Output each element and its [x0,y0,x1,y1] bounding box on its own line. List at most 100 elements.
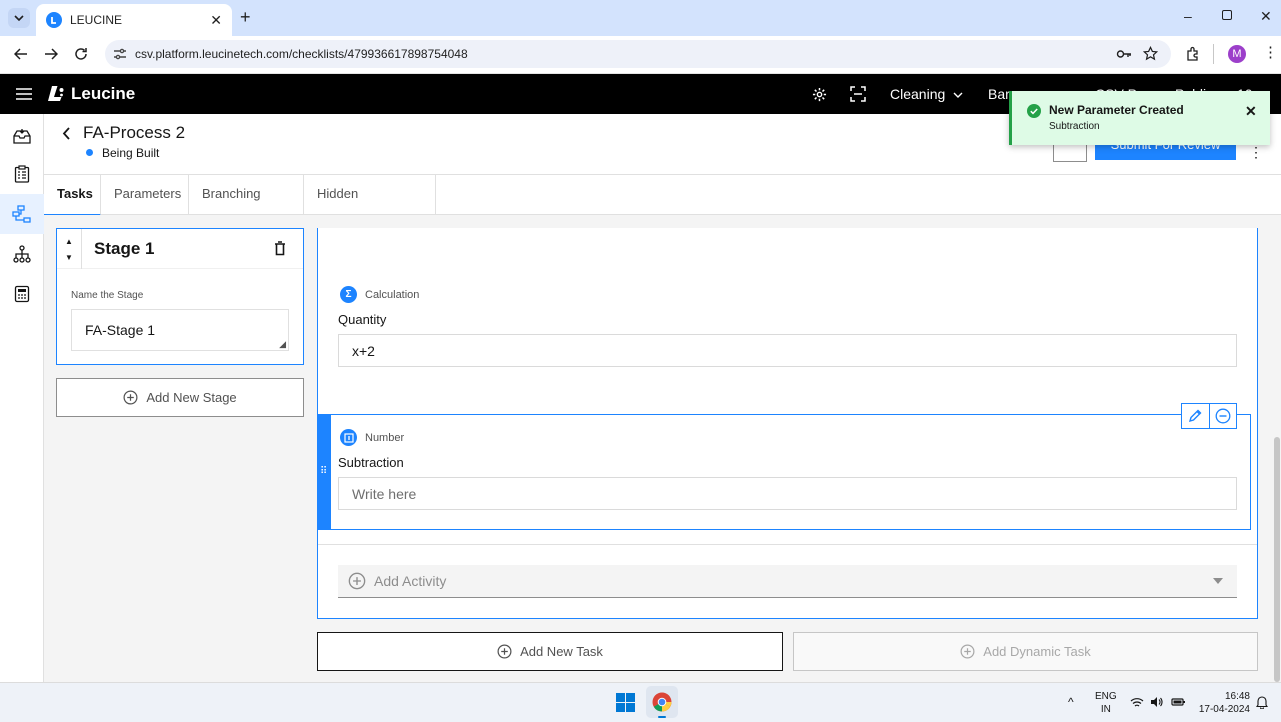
tab-parameters[interactable]: Parameters [101,175,189,215]
toast-title: New Parameter Created [1049,103,1184,117]
add-new-stage-label: Add New Stage [146,390,237,405]
volume-icon[interactable] [1150,696,1163,708]
stage-card[interactable]: ▲ ▼ Stage 1 Name the Stage FA-Stage 1 ◢ [56,228,304,365]
active-app-indicator [658,716,666,718]
hamburger-menu-icon[interactable] [16,88,32,100]
back-chevron-icon[interactable] [62,127,71,140]
tab-search-button[interactable] [8,8,30,28]
settings-gear-icon[interactable] [812,87,827,102]
number-input-placeholder: Write here [352,485,417,502]
os-taskbar: ^ ENG IN 16:48 17-04-2024 [0,682,1281,722]
back-arrow-icon[interactable] [14,47,28,61]
brand-name: Leucine [71,84,136,103]
facility-selector[interactable]: Cleaning [890,74,945,114]
calculation-sigma-icon: Σ [340,286,357,303]
inbox-icon [13,129,31,144]
page-tabs: Tasks Parameters Branching Rules Hidden … [44,174,1281,239]
chevron-down-icon[interactable] [953,92,963,98]
chrome-taskbar-button[interactable] [646,686,678,718]
drag-handle-icon[interactable]: ⠿ [320,467,327,477]
language-indicator[interactable]: ENG IN [1095,690,1117,716]
scrollbar-thumb[interactable] [1274,437,1280,682]
flow-diagram-icon [12,205,31,223]
region-code: IN [1100,704,1111,715]
number-value-input[interactable]: Write here [338,477,1237,510]
tab-tasks[interactable]: Tasks [44,175,101,216]
stage-name-input[interactable]: FA-Stage 1 ◢ [71,309,289,351]
close-tab-icon[interactable]: ✕ [210,12,222,29]
url-text: csv.platform.leucinetech.com/checklists/… [135,47,468,61]
add-activity-dropdown[interactable]: Add Activity [338,565,1237,598]
close-window-icon[interactable]: ✕ [1260,8,1272,25]
tab-branching-rules[interactable]: Branching Rules [189,175,304,239]
browser-tab-bar: LEUCINE ✕ + – ✕ [0,0,1281,36]
leucine-favicon-icon [46,12,62,28]
clock[interactable]: 16:48 17-04-2024 [1196,690,1250,716]
inbox-nav-button[interactable] [0,116,44,156]
move-stage-down-icon[interactable]: ▼ [65,253,73,262]
scan-icon[interactable] [850,86,866,102]
add-circle-icon [497,644,512,659]
caret-down-icon [1213,578,1223,584]
minimize-window-icon[interactable]: – [1184,8,1192,24]
close-toast-icon[interactable]: ✕ [1245,103,1257,120]
hierarchy-nav-button[interactable] [0,234,44,274]
edit-parameter-button[interactable] [1182,404,1210,428]
parameter-name: Quantity [338,312,387,327]
minus-circle-icon [1215,408,1231,424]
parameter-actions [1181,403,1237,429]
hierarchy-icon [13,245,31,263]
tab-title: LEUCINE [70,13,123,27]
reload-icon[interactable] [74,47,88,61]
delete-trash-icon[interactable] [274,241,286,256]
checklist-nav-button[interactable] [0,154,44,194]
remove-parameter-button[interactable] [1210,404,1237,428]
language-code: ENG [1095,691,1117,702]
move-stage-up-icon[interactable]: ▲ [65,237,73,246]
key-icon[interactable] [1116,48,1132,60]
pencil-icon [1189,409,1202,423]
add-activity-label: Add Activity [374,573,447,589]
toolbar-divider [1213,44,1214,64]
success-toast: New Parameter Created Subtraction ✕ [1009,91,1270,145]
stage-name-label: Name the Stage [71,290,144,301]
parameter-name: Subtraction [338,455,404,470]
process-nav-button[interactable] [0,194,44,234]
divider [318,544,1257,545]
profile-avatar[interactable]: M [1228,45,1246,63]
forward-arrow-icon[interactable] [44,47,58,61]
browser-tab[interactable]: LEUCINE ✕ [36,4,232,36]
notification-bell-icon[interactable] [1256,695,1268,709]
more-options-icon[interactable]: ⋮ [1249,144,1263,161]
site-info-icon[interactable] [113,48,127,60]
extensions-icon[interactable] [1185,46,1201,62]
battery-icon[interactable] [1171,696,1186,708]
calculation-expression-field[interactable]: x+2 [338,334,1237,367]
tab-hidden-parameters[interactable]: Hidden Parameters [304,175,436,239]
add-dynamic-task-button[interactable]: Add Dynamic Task [793,632,1258,671]
header-menu-item[interactable]: Bar [988,74,1010,114]
restore-window-icon[interactable] [1222,10,1232,20]
add-new-task-button[interactable]: Add New Task [317,632,783,671]
status-text: Being Built [102,146,160,160]
add-circle-icon [123,390,138,405]
windows-start-icon[interactable] [616,693,635,712]
leucine-logo-icon [48,86,64,101]
left-nav-rail [0,114,44,682]
browser-menu-icon[interactable]: ⋮ [1263,44,1278,62]
clock-date: 17-04-2024 [1198,704,1250,715]
page-title: FA-Process 2 [83,123,186,142]
resize-handle-icon[interactable]: ◢ [279,339,286,350]
selected-parameter-card[interactable] [317,414,1251,530]
number-type-icon [340,429,357,446]
wifi-icon[interactable] [1130,697,1144,708]
status-dot [86,149,93,156]
tray-overflow-icon[interactable]: ^ [1068,695,1074,709]
bookmark-star-icon[interactable] [1143,46,1158,61]
new-tab-button[interactable]: + [240,7,251,28]
reports-nav-button[interactable] [0,274,44,314]
add-dynamic-task-label: Add Dynamic Task [983,644,1091,659]
add-circle-icon [348,572,366,590]
url-field[interactable]: csv.platform.leucinetech.com/checklists/… [105,40,1171,68]
add-new-stage-button[interactable]: Add New Stage [56,378,304,417]
